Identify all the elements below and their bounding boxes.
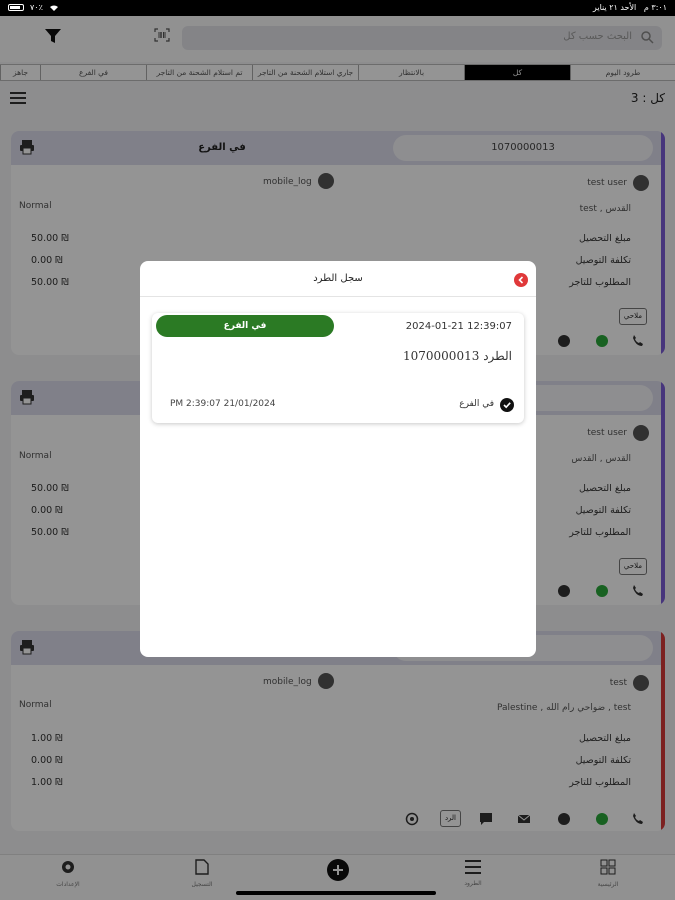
log-parcel-prefix: الطرد <box>483 349 512 363</box>
close-icon[interactable] <box>514 273 528 287</box>
status-bar: ٧٠٪ ٣:٠١ م الأحد ٢١ يناير <box>0 0 675 16</box>
modal-title: سجل الطرد <box>313 273 363 284</box>
status-bar-right: ٣:٠١ م الأحد ٢١ يناير <box>593 3 667 12</box>
parcel-log-modal: سجل الطرد في الفرع 2024-01-21 12:39:07 ا… <box>140 261 536 657</box>
status-bar-left: ٧٠٪ <box>8 3 59 12</box>
check-icon <box>500 398 514 412</box>
battery-icon <box>8 4 24 11</box>
log-datetime: 2024-01-21 12:39:07 <box>405 321 512 332</box>
modal-header: سجل الطرد <box>140 261 536 297</box>
home-indicator[interactable] <box>236 891 436 895</box>
log-parcel: الطرد 1070000013 <box>403 349 512 363</box>
log-event-time: PM 2:39:07 21/01/2024 <box>170 399 276 409</box>
status-time: ٣:٠١ م <box>643 3 667 12</box>
log-status-badge: في الفرع <box>156 315 334 337</box>
status-date: الأحد ٢١ يناير <box>592 3 637 12</box>
wifi-icon <box>49 4 58 11</box>
log-event-label: في الفرع <box>459 399 494 409</box>
log-entry-card: في الفرع 2024-01-21 12:39:07 الطرد 10700… <box>152 313 524 423</box>
battery-percent: ٧٠٪ <box>30 3 43 12</box>
log-parcel-number: 1070000013 <box>403 349 480 363</box>
